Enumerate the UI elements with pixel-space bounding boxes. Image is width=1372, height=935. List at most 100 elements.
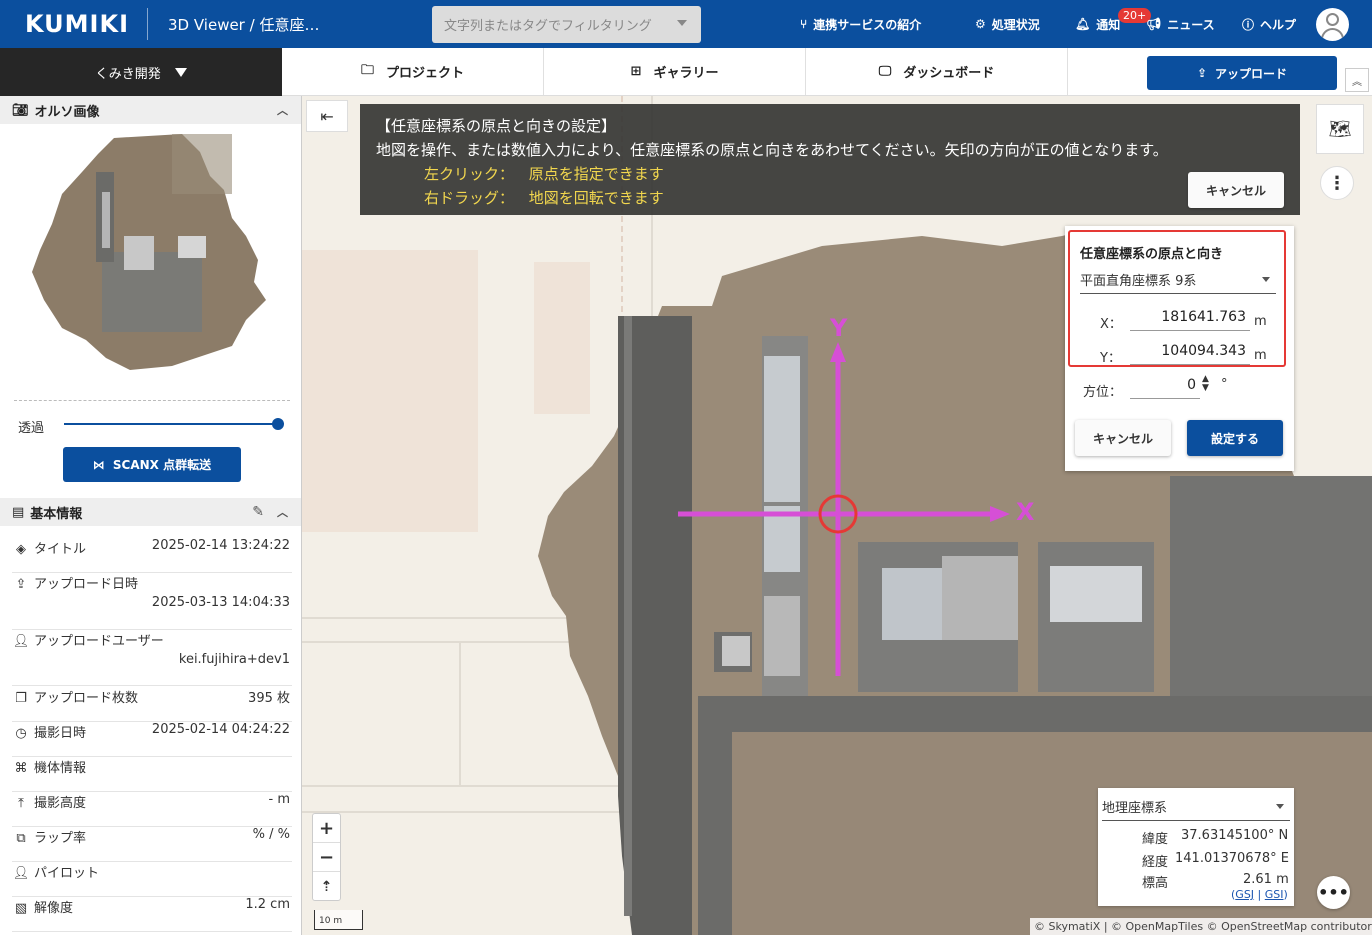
- info-label: アップロード日時: [34, 577, 139, 592]
- apply-button[interactable]: 設定する: [1187, 420, 1283, 456]
- scanx-label: SCANX 点群転送: [112, 458, 212, 472]
- altitude-value: 2.61 m: [1243, 872, 1289, 887]
- gsj-link[interactable]: GSJ: [1235, 888, 1254, 901]
- pencil-icon[interactable]: ✎: [252, 504, 264, 520]
- overlap-icon: ⧉: [16, 831, 26, 846]
- avatar-head: [1326, 13, 1339, 26]
- right-drag-key: 右ドラッグ：: [424, 189, 515, 207]
- gsi-link[interactable]: GSI: [1265, 888, 1284, 901]
- more-horizontal-icon: •••: [1318, 883, 1349, 902]
- info-label: 撮影日時: [34, 726, 87, 741]
- coordinate-panel-title: 任意座標系の原点と向き: [1080, 247, 1224, 262]
- app-logo[interactable]: KUMIKI: [25, 10, 147, 38]
- y-input[interactable]: 104094.343: [1130, 343, 1250, 365]
- avatar-body: [1321, 28, 1344, 41]
- source-links: (GSJ | GSI): [1231, 888, 1288, 901]
- scanx-transfer-button[interactable]: ⋈ SCANX 点群転送: [63, 447, 241, 482]
- info-row-capture-date: ◷ 撮影日時 2025-02-14 04:24:22: [12, 722, 292, 757]
- banner-right-drag: 右ドラッグ： 地図を回転できます: [376, 186, 1284, 210]
- x-unit: m: [1254, 314, 1267, 329]
- nav-services[interactable]: ⑂ 連携サービスの紹介: [800, 0, 921, 48]
- nav-news-label: ニュース: [1167, 17, 1215, 32]
- bearing-input[interactable]: 0: [1130, 377, 1200, 399]
- zoom-out-button[interactable]: −: [313, 843, 340, 872]
- info-label: アップロードユーザー: [34, 634, 164, 649]
- land-parcel: [302, 250, 478, 532]
- info-value: kei.fujihira+dev1: [178, 652, 290, 667]
- megaphone-icon: 📢︎: [1146, 17, 1162, 31]
- chevron-up-icon[interactable]: ︿: [277, 102, 288, 118]
- longitude-label: 経度: [1142, 855, 1169, 870]
- info-row-aircraft: ⌘ 機体情報: [12, 757, 292, 792]
- drone-icon: ⌘: [14, 761, 28, 776]
- info-row-image-count: ❐ アップロード枚数 395 枚: [12, 687, 292, 722]
- pilot-icon: 👤︎: [12, 866, 30, 881]
- left-click-key: 左クリック：: [424, 165, 515, 183]
- basic-info-header[interactable]: ▤ 基本情報 ✎ ︿: [0, 498, 301, 526]
- banner-cancel-button[interactable]: キャンセル: [1188, 172, 1284, 208]
- nav-news[interactable]: 📢︎ ニュース: [1146, 0, 1215, 48]
- longitude-value: 141.01370678° E: [1175, 851, 1289, 866]
- chevron-up-icon: ︽: [1352, 76, 1362, 88]
- more-options-button[interactable]: •••: [1317, 876, 1350, 909]
- nav-processing[interactable]: ⚙ 処理状況: [975, 0, 1040, 48]
- opacity-slider[interactable]: [64, 423, 278, 425]
- nav-help[interactable]: ⓘ ヘルプ: [1242, 0, 1296, 48]
- images-icon: ❐: [15, 691, 27, 706]
- bearing-label: 方位：: [1083, 385, 1123, 400]
- project-select[interactable]: くみき開発: [0, 48, 282, 96]
- opacity-slider-thumb[interactable]: [272, 418, 284, 430]
- info-value: - m: [268, 792, 291, 807]
- nav-notifications[interactable]: 🔔︎ 通知: [1075, 0, 1120, 48]
- sub-bar: くみき開発 🗀 プロジェクト ⊞ ギャラリー 🖵 ダッシュボード ⇪ アップロー…: [0, 48, 1372, 96]
- scanx-icon: ⋈: [92, 457, 105, 472]
- ortho-section-header[interactable]: 📷︎ オルソ画像 ︿: [0, 96, 301, 124]
- info-label: タイトル: [34, 542, 87, 557]
- ortho-title: オルソ画像: [34, 104, 100, 120]
- compass-button[interactable]: ⇡: [313, 872, 340, 901]
- info-label: 機体情報: [34, 761, 87, 776]
- zoom-in-button[interactable]: +: [313, 814, 340, 843]
- map-layers-button[interactable]: 🗺︎: [1316, 104, 1364, 154]
- panel-cancel-button[interactable]: キャンセル: [1075, 420, 1171, 456]
- gear-icon: ⚙: [975, 17, 986, 31]
- collapse-header-button[interactable]: ︽: [1345, 68, 1369, 92]
- instruction-banner: 【任意座標系の原点と向きの設定】 地図を操作、または数値入力により、任意座標系の…: [360, 104, 1300, 215]
- bell-icon: 🔔︎: [1075, 17, 1091, 31]
- zoom-control: + − ⇡: [312, 813, 341, 901]
- camera-icon: 📷︎: [12, 102, 29, 118]
- user-avatar[interactable]: [1316, 8, 1349, 41]
- help-icon: ⓘ: [1242, 17, 1255, 32]
- info-row-upload-date: ⇪ アップロード日時 2025-03-13 14:04:33: [12, 573, 292, 630]
- nav-services-label: 連携サービスの紹介: [813, 17, 922, 32]
- filter-input[interactable]: 文字列またはタグでフィルタリング: [432, 6, 701, 43]
- y-label: Y：: [1100, 351, 1121, 366]
- left-click-desc: 原点を指定できます: [528, 165, 664, 183]
- geo-system-value: 地理座標系: [1102, 801, 1168, 816]
- viewer-title: 3D Viewer / 任意座…: [168, 15, 320, 34]
- banner-title: 【任意座標系の原点と向きの設定】: [376, 117, 617, 135]
- chevron-down-icon: [677, 20, 687, 26]
- info-row-resolution: ▧ 解像度 1.2 cm: [12, 897, 292, 932]
- tab-gallery[interactable]: ⊞ ギャラリー: [544, 48, 806, 95]
- opacity-label: 透過: [18, 421, 45, 436]
- layers-icon: ◈: [16, 542, 26, 557]
- x-input[interactable]: 181641.763: [1130, 309, 1250, 331]
- map-attribution: © SkymatiX | © OpenMapTiles © OpenStreet…: [1030, 918, 1372, 935]
- more-vertical-icon: ⋮: [1328, 172, 1346, 194]
- info-value: % / %: [252, 827, 290, 842]
- bearing-stepper[interactable]: ▲ ▼: [1202, 375, 1209, 393]
- nav-processing-label: 処理状況: [991, 17, 1040, 32]
- collapse-sidebar-button[interactable]: ⇤: [306, 100, 348, 132]
- basic-info-title: 基本情報: [30, 506, 83, 522]
- map-menu-button[interactable]: ⋮: [1320, 166, 1354, 200]
- chevron-up-icon[interactable]: ︿: [277, 504, 288, 520]
- upload-button[interactable]: ⇪ アップロード: [1147, 56, 1337, 90]
- coordinate-system-select[interactable]: 平面直角座標系 9系: [1080, 270, 1276, 294]
- tab-dashboard[interactable]: 🖵 ダッシュボード: [806, 48, 1068, 95]
- geo-system-select[interactable]: 地理座標系: [1102, 797, 1290, 821]
- chevron-down-icon: [1262, 277, 1270, 282]
- bearing-unit: °: [1221, 377, 1228, 392]
- tab-project[interactable]: 🗀 プロジェクト: [282, 48, 544, 95]
- info-value: 2025-02-14 13:24:22: [151, 538, 290, 553]
